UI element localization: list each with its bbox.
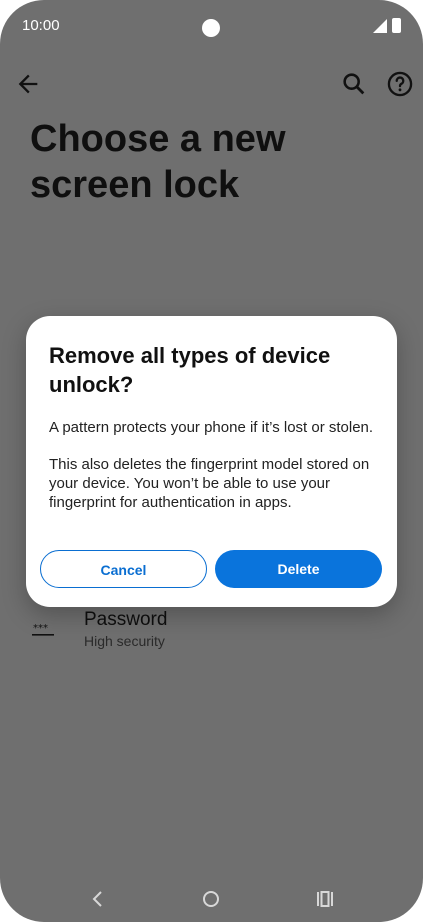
signal-icon	[373, 19, 387, 33]
dialog-title: Remove all types of device unlock?	[49, 343, 331, 397]
password-icon: ***	[32, 623, 54, 636]
nav-back-icon[interactable]	[88, 888, 106, 910]
status-time: 10:00	[22, 17, 60, 34]
delete-button[interactable]: Delete	[215, 550, 382, 588]
phone-screen: 10:00 Choose a new screen lock *** Passw…	[0, 0, 423, 922]
dialog-body-paragraph: This also deletes the fingerprint model …	[49, 456, 370, 511]
help-icon[interactable]	[386, 70, 414, 98]
remove-unlock-dialog: Remove all types of device unlock? A pat…	[26, 316, 397, 607]
camera-cutout	[202, 19, 220, 37]
status-bar: 10:00	[0, 0, 423, 52]
page-title: Choose a new screen lock	[30, 118, 286, 206]
app-bar	[0, 60, 423, 108]
password-title: Password	[84, 609, 168, 630]
password-subtitle: High security	[84, 633, 165, 649]
dialog-body: A pattern protects your phone if it’s lo…	[49, 418, 379, 530]
nav-home-icon[interactable]	[202, 890, 220, 908]
battery-icon	[392, 18, 401, 33]
arrow-back-icon[interactable]	[14, 70, 42, 98]
svg-text:***: ***	[33, 623, 48, 634]
list-item-password[interactable]: *** Password High security	[0, 600, 423, 660]
nav-recents-icon[interactable]	[316, 890, 334, 908]
dialog-body-paragraph: A pattern protects your phone if it’s lo…	[49, 419, 374, 436]
navigation-bar	[0, 880, 423, 920]
cancel-button[interactable]: Cancel	[40, 550, 207, 588]
search-icon[interactable]	[340, 70, 368, 98]
